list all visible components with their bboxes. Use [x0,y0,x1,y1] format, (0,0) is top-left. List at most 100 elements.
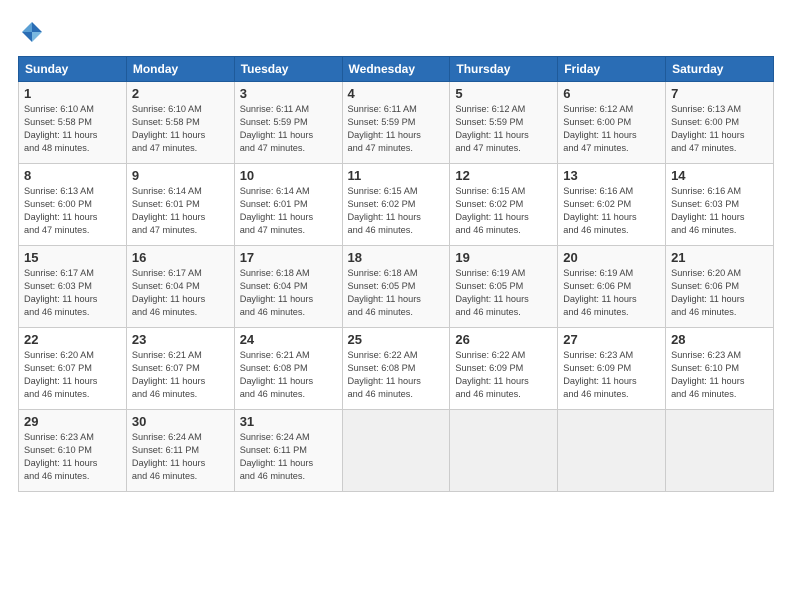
calendar-cell: 28 Sunrise: 6:23 AM Sunset: 6:10 PM Dayli… [666,328,774,410]
day-number: 27 [563,332,660,347]
day-info: Sunrise: 6:14 AM Sunset: 6:01 PM Dayligh… [132,185,229,237]
day-info: Sunrise: 6:13 AM Sunset: 6:00 PM Dayligh… [24,185,121,237]
calendar-week-5: 29 Sunrise: 6:23 AM Sunset: 6:10 PM Dayli… [19,410,774,492]
day-info: Sunrise: 6:16 AM Sunset: 6:03 PM Dayligh… [671,185,768,237]
day-info: Sunrise: 6:21 AM Sunset: 6:07 PM Dayligh… [132,349,229,401]
day-info: Sunrise: 6:10 AM Sunset: 5:58 PM Dayligh… [24,103,121,155]
day-info: Sunrise: 6:18 AM Sunset: 6:04 PM Dayligh… [240,267,337,319]
weekday-wednesday: Wednesday [342,57,450,82]
day-info: Sunrise: 6:13 AM Sunset: 6:00 PM Dayligh… [671,103,768,155]
day-number: 26 [455,332,552,347]
day-number: 29 [24,414,121,429]
calendar-cell: 11 Sunrise: 6:15 AM Sunset: 6:02 PM Dayli… [342,164,450,246]
calendar-cell: 4 Sunrise: 6:11 AM Sunset: 5:59 PM Daylig… [342,82,450,164]
day-number: 30 [132,414,229,429]
weekday-sunday: Sunday [19,57,127,82]
calendar-cell: 14Sunrise: 6:16 AM Sunset: 6:03 PM Dayli… [666,164,774,246]
day-info: Sunrise: 6:10 AM Sunset: 5:58 PM Dayligh… [132,103,229,155]
calendar-cell: 29 Sunrise: 6:23 AM Sunset: 6:10 PM Dayli… [19,410,127,492]
calendar-cell: 21Sunrise: 6:20 AM Sunset: 6:06 PM Dayli… [666,246,774,328]
calendar-cell: 27 Sunrise: 6:23 AM Sunset: 6:09 PM Dayli… [558,328,666,410]
calendar-cell: 1 Sunrise: 6:10 AM Sunset: 5:58 PM Daylig… [19,82,127,164]
weekday-header-row: SundayMondayTuesdayWednesdayThursdayFrid… [19,57,774,82]
day-number: 25 [348,332,445,347]
calendar-week-4: 22 Sunrise: 6:20 AM Sunset: 6:07 PM Dayli… [19,328,774,410]
calendar-cell [342,410,450,492]
day-info: Sunrise: 6:24 AM Sunset: 6:11 PM Dayligh… [240,431,337,483]
calendar-cell: 19 Sunrise: 6:19 AM Sunset: 6:05 PM Dayli… [450,246,558,328]
calendar-cell: 23 Sunrise: 6:21 AM Sunset: 6:07 PM Dayli… [126,328,234,410]
calendar-cell [450,410,558,492]
day-number: 13 [563,168,660,183]
day-info: Sunrise: 6:23 AM Sunset: 6:10 PM Dayligh… [671,349,768,401]
day-info: Sunrise: 6:12 AM Sunset: 5:59 PM Dayligh… [455,103,552,155]
weekday-monday: Monday [126,57,234,82]
day-number: 17 [240,250,337,265]
day-info: Sunrise: 6:18 AM Sunset: 6:05 PM Dayligh… [348,267,445,319]
day-number: 21 [671,250,768,265]
day-number: 28 [671,332,768,347]
calendar-cell: 8 Sunrise: 6:13 AM Sunset: 6:00 PM Daylig… [19,164,127,246]
calendar-cell: 9 Sunrise: 6:14 AM Sunset: 6:01 PM Daylig… [126,164,234,246]
day-info: Sunrise: 6:15 AM Sunset: 6:02 PM Dayligh… [455,185,552,237]
weekday-friday: Friday [558,57,666,82]
header [18,18,774,46]
day-number: 4 [348,86,445,101]
day-number: 5 [455,86,552,101]
day-number: 16 [132,250,229,265]
calendar-table: SundayMondayTuesdayWednesdayThursdayFrid… [18,56,774,492]
weekday-saturday: Saturday [666,57,774,82]
calendar-cell: 30Sunrise: 6:24 AM Sunset: 6:11 PM Dayli… [126,410,234,492]
day-info: Sunrise: 6:14 AM Sunset: 6:01 PM Dayligh… [240,185,337,237]
day-number: 8 [24,168,121,183]
day-number: 31 [240,414,337,429]
calendar-cell: 22 Sunrise: 6:20 AM Sunset: 6:07 PM Dayli… [19,328,127,410]
day-info: Sunrise: 6:19 AM Sunset: 6:06 PM Dayligh… [563,267,660,319]
day-number: 24 [240,332,337,347]
day-number: 20 [563,250,660,265]
day-info: Sunrise: 6:11 AM Sunset: 5:59 PM Dayligh… [348,103,445,155]
weekday-tuesday: Tuesday [234,57,342,82]
day-info: Sunrise: 6:17 AM Sunset: 6:03 PM Dayligh… [24,267,121,319]
day-info: Sunrise: 6:17 AM Sunset: 6:04 PM Dayligh… [132,267,229,319]
day-number: 19 [455,250,552,265]
day-number: 11 [348,168,445,183]
day-info: Sunrise: 6:22 AM Sunset: 6:08 PM Dayligh… [348,349,445,401]
calendar-cell: 3 Sunrise: 6:11 AM Sunset: 5:59 PM Daylig… [234,82,342,164]
weekday-thursday: Thursday [450,57,558,82]
calendar-cell: 15 Sunrise: 6:17 AM Sunset: 6:03 PM Dayli… [19,246,127,328]
calendar-week-2: 8 Sunrise: 6:13 AM Sunset: 6:00 PM Daylig… [19,164,774,246]
calendar-cell: 7 Sunrise: 6:13 AM Sunset: 6:00 PM Daylig… [666,82,774,164]
day-number: 9 [132,168,229,183]
calendar-cell: 5 Sunrise: 6:12 AM Sunset: 5:59 PM Daylig… [450,82,558,164]
day-info: Sunrise: 6:23 AM Sunset: 6:10 PM Dayligh… [24,431,121,483]
calendar-cell [666,410,774,492]
calendar-cell: 10Sunrise: 6:14 AM Sunset: 6:01 PM Dayli… [234,164,342,246]
day-info: Sunrise: 6:19 AM Sunset: 6:05 PM Dayligh… [455,267,552,319]
calendar-cell: 13 Sunrise: 6:16 AM Sunset: 6:02 PM Dayli… [558,164,666,246]
logo-icon [18,18,46,46]
day-number: 3 [240,86,337,101]
calendar-cell: 24 Sunrise: 6:21 AM Sunset: 6:08 PM Dayli… [234,328,342,410]
day-number: 6 [563,86,660,101]
calendar-week-3: 15 Sunrise: 6:17 AM Sunset: 6:03 PM Dayli… [19,246,774,328]
day-info: Sunrise: 6:16 AM Sunset: 6:02 PM Dayligh… [563,185,660,237]
calendar-cell: 12Sunrise: 6:15 AM Sunset: 6:02 PM Dayli… [450,164,558,246]
day-info: Sunrise: 6:11 AM Sunset: 5:59 PM Dayligh… [240,103,337,155]
day-number: 7 [671,86,768,101]
calendar-cell: 6 Sunrise: 6:12 AM Sunset: 6:00 PM Daylig… [558,82,666,164]
day-info: Sunrise: 6:12 AM Sunset: 6:00 PM Dayligh… [563,103,660,155]
calendar-cell: 17 Sunrise: 6:18 AM Sunset: 6:04 PM Dayli… [234,246,342,328]
calendar-cell: 26Sunrise: 6:22 AM Sunset: 6:09 PM Dayli… [450,328,558,410]
day-number: 1 [24,86,121,101]
day-info: Sunrise: 6:23 AM Sunset: 6:09 PM Dayligh… [563,349,660,401]
calendar-cell: 16 Sunrise: 6:17 AM Sunset: 6:04 PM Dayli… [126,246,234,328]
day-number: 2 [132,86,229,101]
day-info: Sunrise: 6:20 AM Sunset: 6:07 PM Dayligh… [24,349,121,401]
calendar-cell: 20 Sunrise: 6:19 AM Sunset: 6:06 PM Dayli… [558,246,666,328]
day-number: 22 [24,332,121,347]
day-number: 23 [132,332,229,347]
day-info: Sunrise: 6:15 AM Sunset: 6:02 PM Dayligh… [348,185,445,237]
day-info: Sunrise: 6:21 AM Sunset: 6:08 PM Dayligh… [240,349,337,401]
day-number: 15 [24,250,121,265]
